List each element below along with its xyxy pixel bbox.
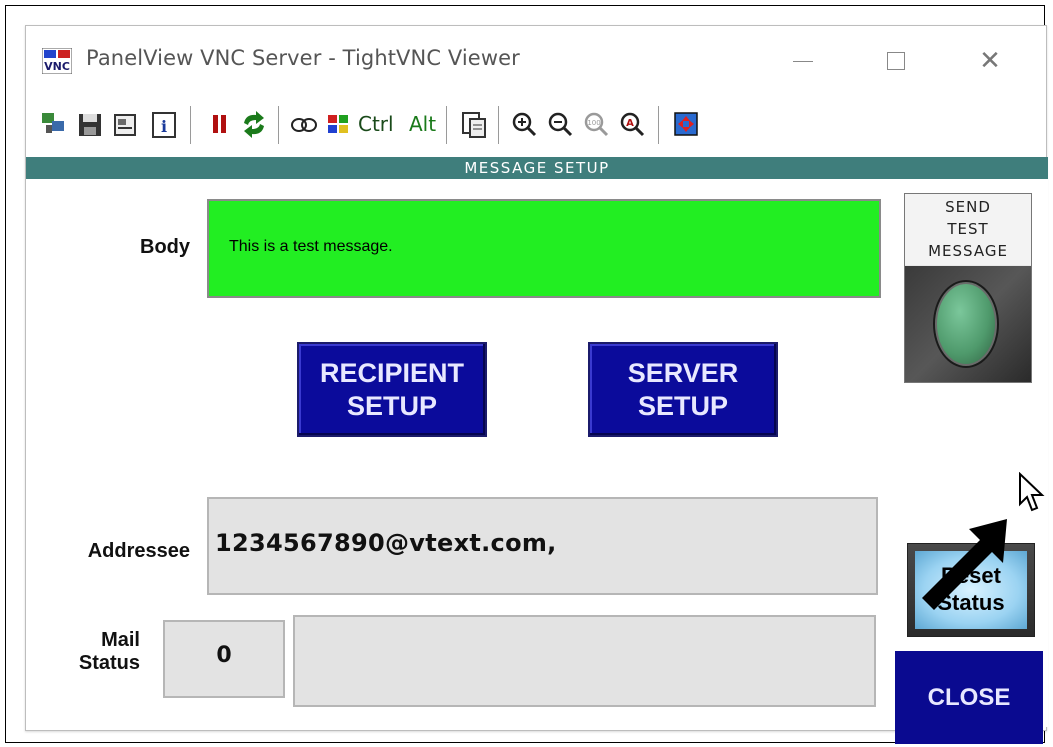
windows-key-icon[interactable]	[324, 109, 352, 139]
zoom-out-icon[interactable]	[546, 109, 574, 139]
zoom-auto-icon[interactable]: A	[618, 109, 646, 139]
clipboard-icon[interactable]	[460, 109, 488, 139]
screen-header: MESSAGE SETUP	[26, 157, 1048, 179]
send-test-message-button[interactable]: SEND TEST MESSAGE	[904, 193, 1032, 383]
ctrl-alt-del-icon[interactable]	[290, 109, 318, 139]
mouse-cursor-icon	[1019, 472, 1045, 512]
body-field[interactable]: This is a test message.	[207, 199, 881, 298]
addressee-value: 1234567890@vtext.com,	[215, 529, 557, 557]
send-button-base	[905, 266, 1031, 382]
toolbar: i Ctrl Alt 100 A	[26, 96, 1046, 152]
mail-status-code-field: 0	[163, 620, 285, 698]
addressee-field[interactable]: 1234567890@vtext.com,	[207, 497, 878, 595]
alt-key[interactable]: Alt	[409, 112, 436, 136]
pause-icon[interactable]	[206, 109, 234, 139]
svg-text:i: i	[161, 117, 167, 136]
toolbar-separator	[658, 106, 659, 144]
send-test-message-label: SEND TEST MESSAGE	[905, 194, 1031, 265]
zoom-in-icon[interactable]	[510, 109, 538, 139]
green-pushbutton-icon[interactable]	[933, 280, 999, 368]
new-connection-icon[interactable]	[40, 109, 68, 139]
toolbar-separator	[278, 106, 279, 144]
zoom-100-icon[interactable]: 100	[582, 109, 610, 139]
mail-status-label: Mail Status	[78, 629, 140, 674]
window-title: PanelView VNC Server - TightVNC Viewer	[86, 46, 520, 70]
save-icon[interactable]	[76, 109, 104, 139]
mail-status-code: 0	[216, 643, 232, 668]
close-button[interactable]: CLOSE	[895, 651, 1043, 744]
close-icon[interactable]: ✕	[970, 42, 1010, 78]
svg-text:VNC: VNC	[44, 60, 70, 73]
body-value: This is a test message.	[229, 238, 393, 255]
fullscreen-icon[interactable]	[672, 109, 700, 139]
mail-status-text-field	[293, 615, 876, 707]
vnc-viewer-window: VNC PanelView VNC Server - TightVNC View…	[25, 25, 1048, 744]
vnc-icon: VNC	[42, 48, 72, 74]
toolbar-separator	[498, 106, 499, 144]
svg-text:100: 100	[587, 119, 600, 127]
body-label: Body	[140, 236, 190, 258]
server-setup-button[interactable]: SERVER SETUP	[588, 342, 778, 437]
title-bar: VNC PanelView VNC Server - TightVNC View…	[26, 26, 1046, 90]
pointer-arrow-icon	[922, 519, 1007, 610]
toolbar-separator	[446, 106, 447, 144]
hmi-screen: MESSAGE SETUP Body This is a test messag…	[26, 157, 1048, 744]
recipient-setup-button[interactable]: RECIPIENT SETUP	[297, 342, 487, 437]
toolbar-separator	[190, 106, 191, 144]
addressee-label: Addressee	[87, 540, 190, 562]
minimize-icon[interactable]	[783, 42, 823, 78]
ctrl-key[interactable]: Ctrl	[358, 112, 394, 136]
info-icon[interactable]: i	[150, 109, 178, 139]
svg-text:A: A	[626, 118, 634, 129]
options-icon[interactable]	[112, 109, 140, 139]
maximize-icon[interactable]	[876, 42, 916, 78]
refresh-icon[interactable]	[240, 109, 268, 139]
